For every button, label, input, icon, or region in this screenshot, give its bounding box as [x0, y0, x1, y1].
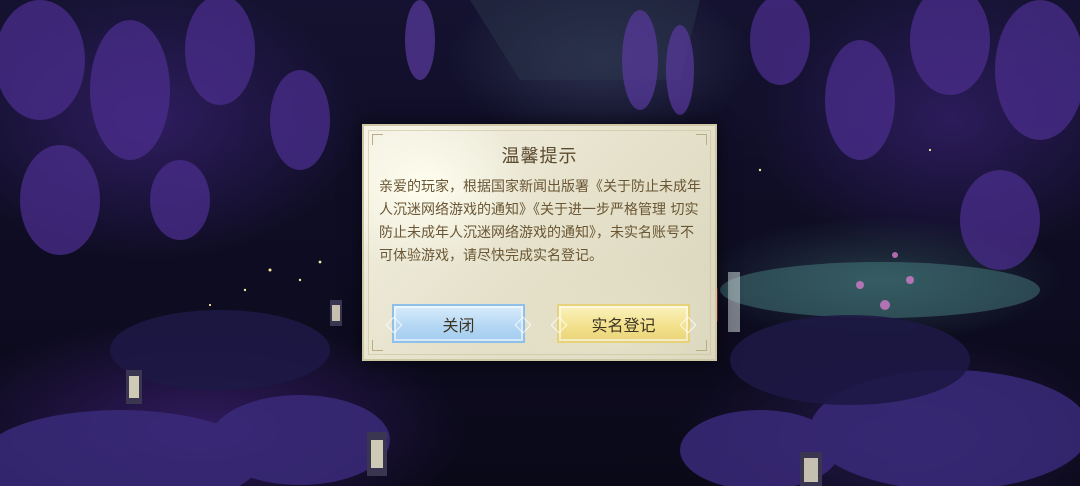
dialog-title: 温馨提示 [501, 146, 578, 167]
real-name-notice-dialog: 温馨提示 亲爱的玩家，根据国家新闻出版署《关于防止未成年人沉迷网络游戏的通知》《… [362, 124, 717, 361]
diamond-ornament-icon [385, 316, 403, 333]
game-background-scene: 温馨提示 亲爱的玩家，根据国家新闻出版署《关于防止未成年人沉迷网络游戏的通知》《… [0, 0, 1080, 486]
real-name-register-button[interactable]: 实名登记 [550, 304, 697, 343]
real-name-register-button-label: 实名登记 [591, 315, 656, 335]
corner-ornament [372, 340, 383, 351]
diamond-ornament-icon [514, 316, 532, 333]
diamond-ornament-icon [679, 316, 697, 333]
close-button-label: 关闭 [442, 315, 475, 335]
diamond-ornament-icon [550, 316, 568, 333]
close-button[interactable]: 关闭 [385, 304, 532, 343]
corner-ornament [696, 340, 707, 351]
dialog-message: 亲爱的玩家，根据国家新闻出版署《关于防止未成年人沉迷网络游戏的通知》《关于进一步… [379, 179, 701, 264]
